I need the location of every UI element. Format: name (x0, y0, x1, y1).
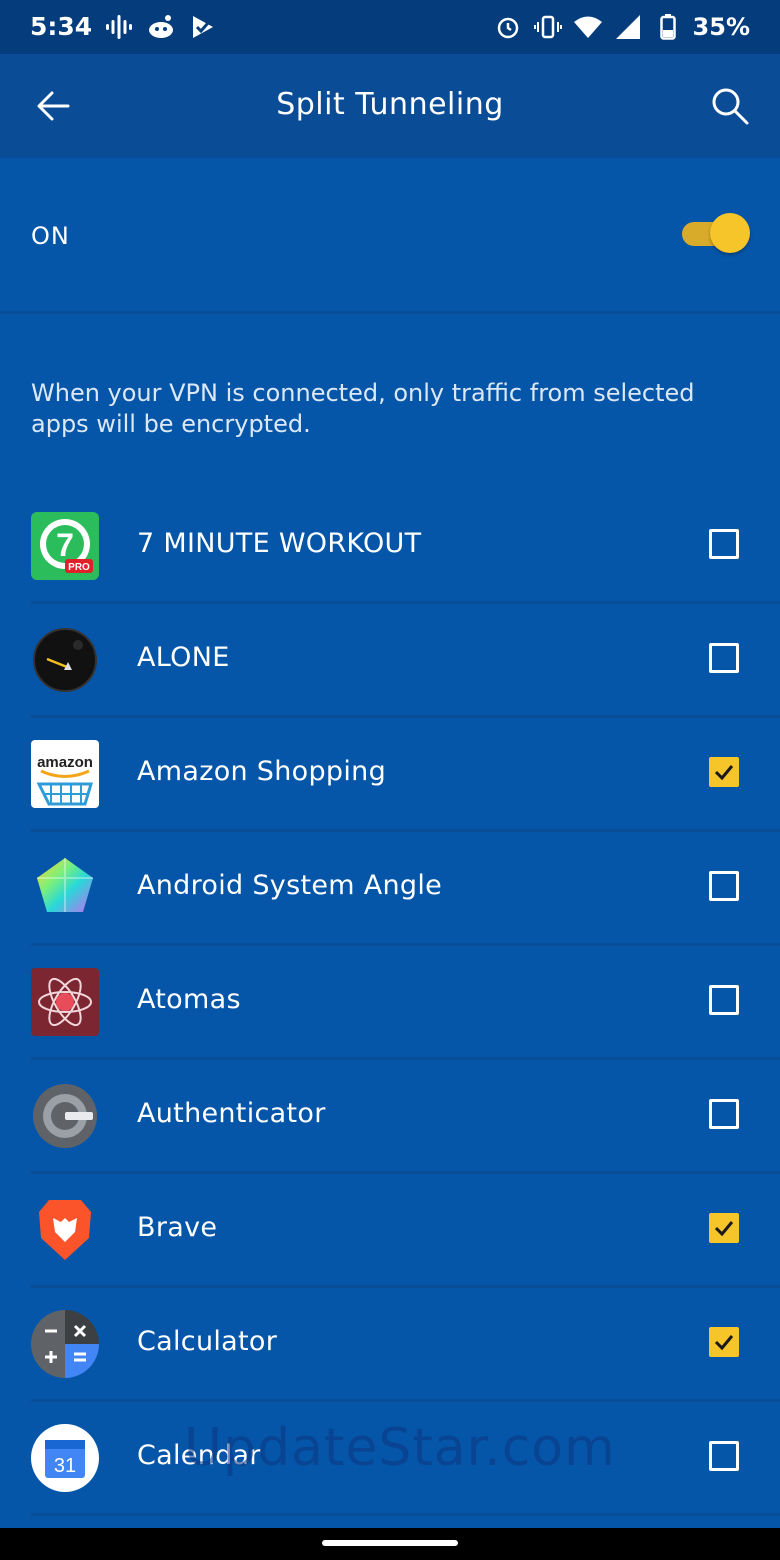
checkmark-icon (714, 1335, 734, 1351)
calendar-icon: 31 (31, 1424, 99, 1492)
alone-icon (31, 626, 99, 694)
app-name: 7 MINUTE WORKOUT (137, 528, 422, 559)
seven-minute-workout-icon: 7 PRO (31, 512, 99, 580)
app-checkbox[interactable] (709, 1327, 739, 1357)
app-checkbox[interactable] (709, 757, 739, 787)
list-item[interactable]: Brave (0, 1174, 780, 1288)
app-name: Authenticator (137, 1098, 326, 1129)
calendar-day-glyph: 31 (54, 1455, 76, 1477)
page-title: Split Tunneling (276, 87, 504, 122)
battery-percent: 35% (692, 13, 750, 41)
app-checkbox[interactable] (709, 1441, 739, 1471)
navigation-bar (0, 1528, 780, 1560)
app-name: Amazon Shopping (137, 756, 387, 787)
list-item[interactable]: amazon Amazon Shopping (0, 718, 780, 832)
split-tunneling-toggle-row: ON (0, 158, 780, 312)
alarm-icon (493, 12, 523, 42)
search-icon (712, 88, 749, 125)
list-item[interactable]: ALONE (0, 604, 780, 718)
divider (0, 311, 780, 314)
check-play-icon (188, 12, 218, 42)
brave-lion-icon (31, 1196, 99, 1264)
checkmark-icon (714, 765, 734, 781)
list-item[interactable]: Android System Angle (0, 832, 780, 946)
search-button[interactable] (708, 84, 752, 128)
pro-badge: PRO (68, 562, 90, 573)
calculator-icon (31, 1310, 99, 1378)
status-bar: 5:34 35% (0, 0, 780, 54)
status-time: 5:34 (30, 12, 93, 41)
amazon-wordmark: amazon (37, 754, 93, 771)
list-item[interactable]: Calculator (0, 1288, 780, 1402)
list-item[interactable]: Authenticator (0, 1060, 780, 1174)
amazon-icon: amazon (31, 740, 99, 808)
app-name: Calculator (137, 1326, 278, 1357)
checkmark-icon (714, 1221, 734, 1237)
app-checkbox[interactable] (709, 643, 739, 673)
battery-icon (653, 12, 683, 42)
home-gesture-bar[interactable] (322, 1540, 458, 1546)
split-tunneling-switch[interactable] (682, 213, 750, 253)
toggle-label: ON (31, 222, 70, 250)
app-name: Atomas (137, 984, 241, 1015)
reddit-icon (146, 12, 176, 42)
app-list: 7 PRO 7 MINUTE WORKOUT ALONE amazon Amaz… (0, 490, 780, 1516)
angle-gem-icon (31, 854, 99, 922)
app-checkbox[interactable] (709, 529, 739, 559)
watermark: UpdateStar.com (184, 1418, 616, 1478)
switch-thumb (710, 213, 750, 253)
list-item[interactable]: 7 PRO 7 MINUTE WORKOUT (0, 490, 780, 604)
app-checkbox[interactable] (709, 985, 739, 1015)
app-checkbox[interactable] (709, 1099, 739, 1129)
authenticator-icon (31, 1082, 99, 1150)
app-checkbox[interactable] (709, 871, 739, 901)
signal-icon (613, 12, 643, 42)
podcast-icon (104, 12, 134, 42)
app-bar: Split Tunneling (0, 54, 780, 158)
wifi-icon (573, 12, 603, 42)
app-name: Brave (137, 1212, 218, 1243)
description-text: When your VPN is connected, only traffic… (31, 379, 695, 438)
app-name: Android System Angle (137, 870, 443, 901)
atomas-icon (31, 968, 99, 1036)
app-name: ALONE (137, 642, 230, 673)
list-item[interactable]: Atomas (0, 946, 780, 1060)
vibrate-icon (533, 12, 563, 42)
app-checkbox[interactable] (709, 1213, 739, 1243)
seven-digit-glyph: 7 (56, 527, 74, 563)
